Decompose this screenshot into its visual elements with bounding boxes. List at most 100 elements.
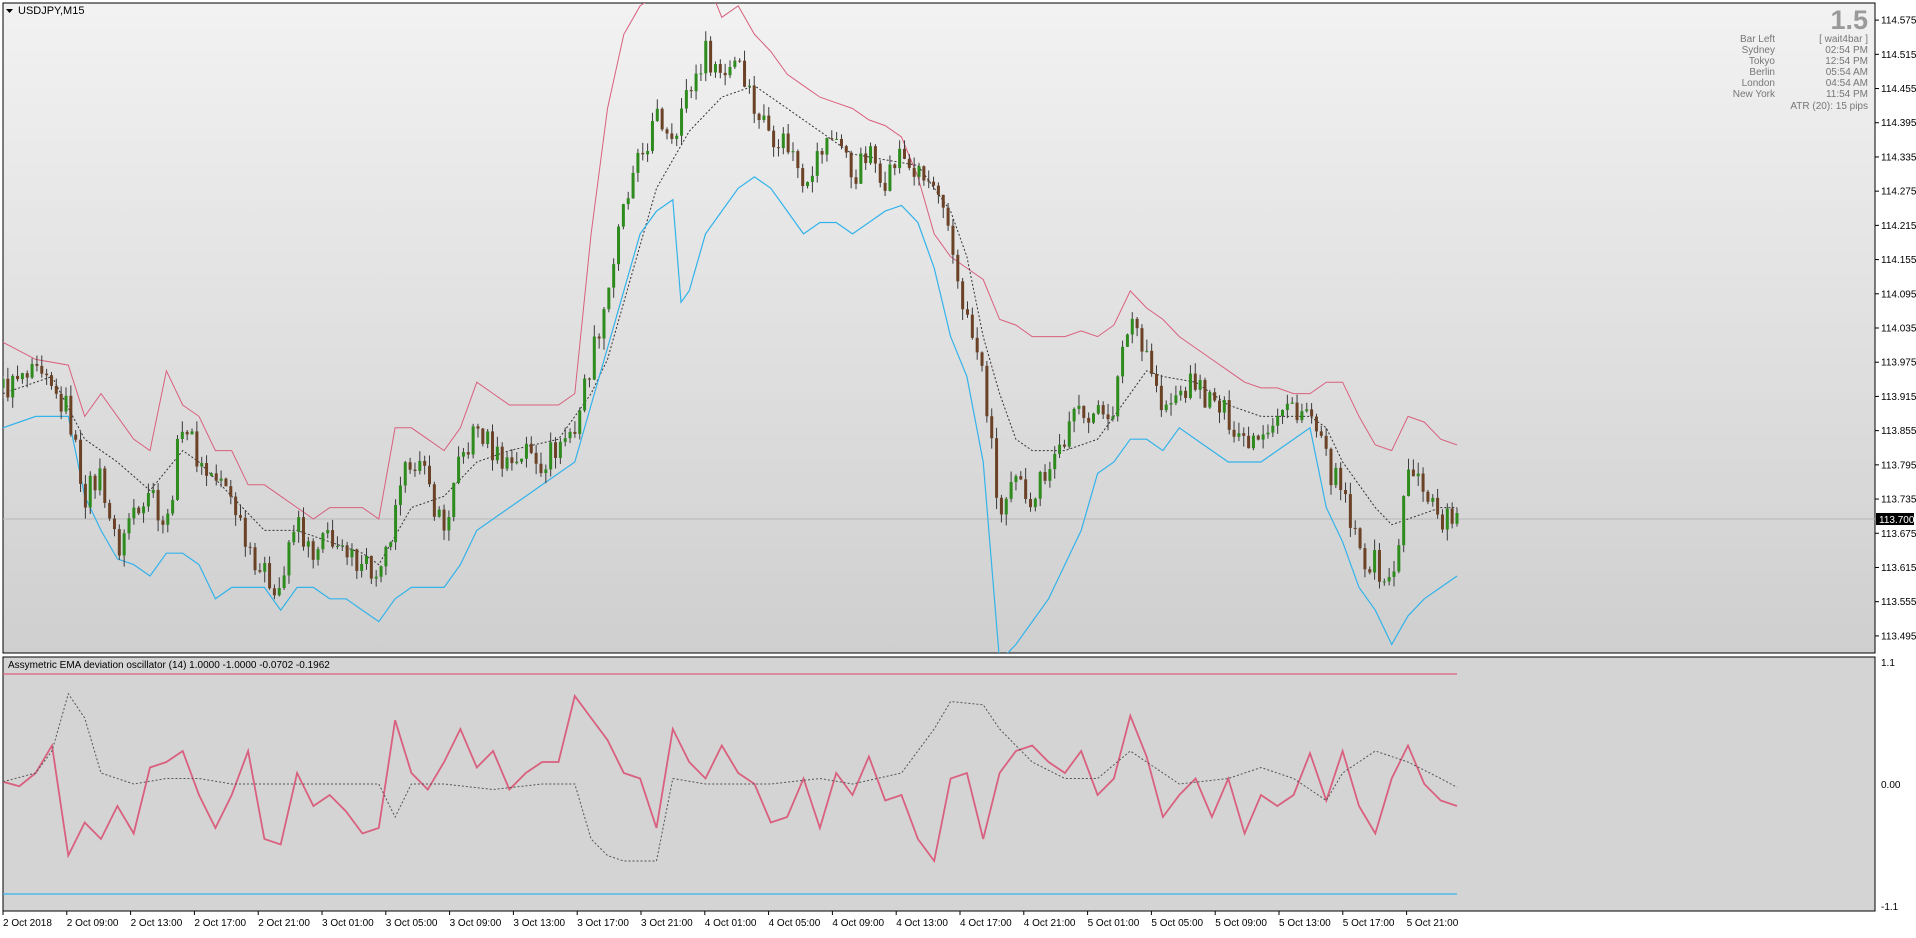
- candle-body: [961, 281, 965, 310]
- candle-body: [384, 546, 388, 567]
- candle-body: [437, 509, 441, 517]
- candle-body: [975, 337, 979, 353]
- candle-body: [592, 336, 596, 380]
- candle-body: [912, 167, 916, 177]
- candle-body: [544, 469, 548, 474]
- candle-body: [1193, 373, 1197, 390]
- candle-body: [442, 509, 446, 531]
- price-tick-label: 114.215: [1881, 221, 1916, 232]
- price-tick-label: 114.455: [1881, 84, 1916, 95]
- candle-body: [1290, 402, 1294, 404]
- candle-body: [248, 546, 252, 548]
- candle-body: [3, 378, 5, 388]
- candle-body: [655, 108, 659, 122]
- candle-body: [287, 542, 291, 576]
- candle-body: [941, 194, 945, 208]
- candle-body: [810, 175, 814, 182]
- candle-body: [1072, 408, 1076, 422]
- candle-body: [995, 438, 999, 498]
- candle-body: [190, 431, 194, 435]
- info-label: New York: [1733, 89, 1776, 100]
- candle-body: [369, 555, 373, 579]
- candle-body: [864, 153, 868, 164]
- candle-body: [830, 138, 834, 140]
- candle-body: [1348, 494, 1352, 528]
- candle-body: [1145, 350, 1149, 352]
- price-tick-label: 113.495: [1881, 631, 1916, 642]
- price-tick-label: 113.735: [1881, 495, 1916, 506]
- candle-body: [646, 151, 650, 155]
- candle-body: [1043, 472, 1047, 481]
- candle-body: [1038, 472, 1042, 499]
- candle-body: [1053, 453, 1057, 470]
- candle-body: [122, 533, 126, 556]
- candle-body: [747, 85, 751, 87]
- candle-body: [1184, 390, 1188, 398]
- candle-body: [1019, 476, 1023, 480]
- price-marker-label: 113.700: [1879, 515, 1915, 526]
- candle-body: [1344, 489, 1348, 495]
- candle-body: [932, 181, 936, 186]
- candle-body: [316, 549, 320, 560]
- candle-body: [1004, 498, 1008, 515]
- candle-body: [1285, 403, 1289, 410]
- time-tick-label: 5 Oct 09:00: [1215, 918, 1267, 929]
- candle-body: [1353, 527, 1357, 529]
- time-tick-label: 4 Oct 09:00: [832, 918, 884, 929]
- candle-body: [1455, 513, 1459, 524]
- time-axis: 2 Oct 2018 2 Oct 09:00 2 Oct 13:00 2 Oct 17…: [2, 911, 1459, 929]
- candle-body: [1121, 346, 1125, 377]
- time-tick-label: 3 Oct 21:00: [641, 918, 693, 929]
- candle-body: [166, 513, 170, 525]
- candle-body: [175, 438, 179, 500]
- candle-body: [1368, 569, 1372, 573]
- time-tick-label: 2 Oct 21:00: [258, 918, 310, 929]
- atr-text: ATR (20): 15 pips: [1790, 101, 1868, 112]
- candle-body: [883, 182, 887, 191]
- candle-body: [350, 549, 354, 558]
- candle-body: [539, 463, 543, 474]
- candle-body: [1014, 476, 1018, 483]
- candle-body: [1319, 431, 1323, 436]
- candle-body: [35, 363, 39, 366]
- candle-body: [418, 460, 422, 471]
- candle-body: [752, 85, 756, 114]
- candle-body: [25, 373, 29, 378]
- candle-body: [524, 443, 528, 459]
- price-axis: 114.575 114.515 114.455 114.395 114.335 114.2…: [1875, 16, 1916, 642]
- candle-body: [505, 457, 509, 469]
- candle-body: [1125, 334, 1129, 347]
- candle-body: [970, 314, 974, 338]
- candle-body: [205, 462, 209, 476]
- candle-body: [839, 138, 843, 147]
- main-plot-area[interactable]: [2, 2, 1876, 654]
- candle-body: [137, 507, 141, 514]
- candle-body: [93, 475, 97, 491]
- candle-body: [466, 452, 470, 455]
- candle-body: [1261, 434, 1265, 440]
- candle-body: [398, 485, 402, 505]
- candle-body: [602, 309, 606, 339]
- price-tick-label: 114.395: [1881, 118, 1916, 129]
- time-tick-label: 5 Oct 05:00: [1151, 918, 1203, 929]
- chart-svg[interactable]: 114.575 114.515 114.455 114.395 114.335 114.2…: [0, 0, 1916, 933]
- candle-body: [617, 226, 621, 265]
- candle-body: [253, 547, 257, 571]
- candle-body: [306, 541, 310, 547]
- price-tick-label: 113.915: [1881, 392, 1916, 403]
- candle-body: [670, 133, 674, 139]
- candle-body: [1363, 548, 1367, 570]
- info-value: 12:54 PM: [1825, 56, 1868, 67]
- candle-body: [641, 152, 645, 155]
- candle-body: [234, 496, 238, 516]
- candle-body: [45, 373, 49, 376]
- candle-body: [88, 475, 92, 508]
- candle-body: [1426, 491, 1430, 502]
- candle-body: [185, 431, 189, 435]
- candle-body: [30, 363, 34, 378]
- candle-body: [1218, 400, 1222, 413]
- candle-body: [869, 146, 873, 164]
- candle-body: [1397, 545, 1401, 572]
- candle-body: [365, 555, 368, 564]
- candle-body: [515, 461, 519, 464]
